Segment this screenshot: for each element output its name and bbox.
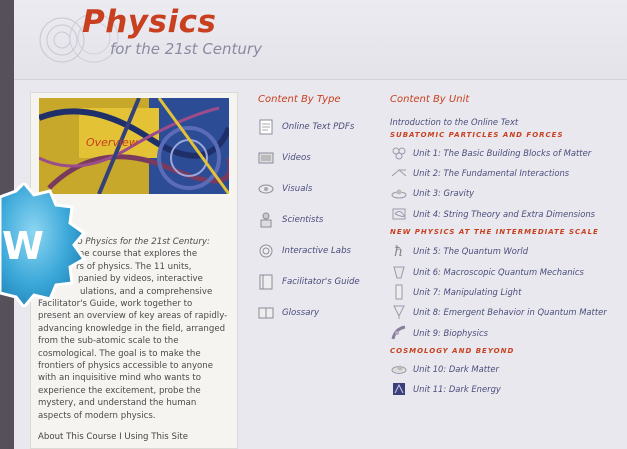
overview-line: present an overview of key areas of rapi… xyxy=(38,311,228,322)
unit-item-10[interactable]: Unit 10: Dark Matter xyxy=(390,360,499,378)
overview-line: experience the excitement, probe the xyxy=(38,385,201,396)
unit-label: Unit 11: Dark Energy xyxy=(413,384,501,394)
interactions-icon xyxy=(390,165,407,181)
type-item-scientists[interactable]: Scientists xyxy=(258,211,323,229)
glossary-icon xyxy=(258,305,274,321)
type-item-label: Glossary xyxy=(282,308,320,318)
overview-heading: Overview xyxy=(86,136,138,149)
unit-label: Unit 7: Manipulating Light xyxy=(413,287,522,297)
badge-w-icon: W xyxy=(0,183,87,307)
type-item-online-text-pdfs[interactable]: Online Text PDFs xyxy=(258,118,354,136)
unit-item-6[interactable]: Unit 6: Macroscopic Quantum Mechanics xyxy=(390,263,584,281)
type-item-interactive-labs[interactable]: Interactive Labs xyxy=(258,242,351,260)
unit-item-2[interactable]: Unit 2: The Fundamental Interactions xyxy=(390,164,569,182)
overview-line: line course that explores the xyxy=(74,249,198,260)
site-logo-title[interactable]: Physics xyxy=(82,4,216,40)
unit-label: Unit 5: The Quantum World xyxy=(413,246,529,256)
type-item-visuals[interactable]: Visuals xyxy=(258,180,312,198)
overview-line: aspects of modern physics. xyxy=(38,410,156,421)
site-header: Physics for the 21st Century xyxy=(14,0,627,80)
unit-item-7[interactable]: Unit 7: Manipulating Light xyxy=(390,283,521,301)
type-item-label: Interactive Labs xyxy=(282,246,352,256)
unit-label: Unit 2: The Fundamental Interactions xyxy=(413,168,570,178)
type-item-label: Facilitator's Guide xyxy=(282,277,360,287)
unit-label: Unit 3: Gravity xyxy=(413,188,475,198)
biophysics-icon xyxy=(390,325,407,341)
dark-energy-icon xyxy=(390,381,407,397)
video-icon xyxy=(258,150,274,166)
page: Physics for the 21st Century Overview to… xyxy=(14,0,627,449)
macroscopic-quantum-icon xyxy=(390,264,407,280)
overview-line: to Physics for the 21st Century: xyxy=(74,237,210,247)
guide-icon xyxy=(258,274,274,290)
overview-line: mystery, and understand the human xyxy=(38,398,197,409)
overview-line: panied by videos, interactive xyxy=(78,274,203,285)
lab-icon xyxy=(258,243,274,259)
unit-item-5[interactable]: ħ Unit 5: The Quantum World xyxy=(390,242,529,260)
type-item-label: Videos xyxy=(282,153,311,163)
type-item-videos[interactable]: Videos xyxy=(258,149,311,167)
type-item-label: Online Text PDFs xyxy=(282,122,355,132)
unit-label: Unit 6: Macroscopic Quantum Mechanics xyxy=(413,267,584,277)
section-heading-cosmology: COSMOLOGY AND BEYOND xyxy=(390,347,515,355)
unit-item-3[interactable]: Unit 3: Gravity xyxy=(390,184,474,202)
unit-label: Unit 10: Dark Matter xyxy=(413,364,499,374)
gravity-icon xyxy=(390,185,407,201)
unit-label: Unit 1: The Basic Building Blocks of Mat… xyxy=(413,148,592,158)
svg-text:ħ: ħ xyxy=(394,244,403,259)
unit-label: Unit 9: Biophysics xyxy=(413,328,488,338)
unit-item-1[interactable]: Unit 1: The Basic Building Blocks of Mat… xyxy=(390,144,591,162)
content-by-type-heading: Content By Type xyxy=(258,94,341,105)
intro-online-text-link[interactable]: Introduction to the Online Text xyxy=(390,117,518,127)
content-by-unit-heading: Content By Unit xyxy=(390,94,470,105)
site-logo-subtitle: for the 21st Century xyxy=(110,40,262,58)
type-item-facilitators-guide[interactable]: Facilitator's Guide xyxy=(258,273,360,291)
overview-line: rs of physics. The 11 units, xyxy=(76,261,192,272)
type-item-glossary[interactable]: Glossary xyxy=(258,304,319,322)
string-theory-icon xyxy=(390,206,407,222)
overview-line: cosmological. The goal is to make the xyxy=(38,348,201,359)
type-item-label: Visuals xyxy=(282,184,313,194)
quantum-world-icon: ħ xyxy=(390,243,407,259)
dark-matter-icon xyxy=(390,361,407,377)
overview-line: with an inquisitive mind who wants to xyxy=(38,373,202,384)
scientist-icon xyxy=(258,212,274,228)
unit-item-4[interactable]: Unit 4: String Theory and Extra Dimensio… xyxy=(390,205,595,223)
unit-item-8[interactable]: Unit 8: Emergent Behavior in Quantum Mat… xyxy=(390,303,607,321)
emergent-behavior-icon xyxy=(390,304,407,320)
badge-letter: W xyxy=(2,224,44,268)
type-item-label: Scientists xyxy=(282,215,324,225)
visuals-icon xyxy=(258,181,274,197)
unit-item-11[interactable]: Unit 11: Dark Energy xyxy=(390,380,501,398)
document-icon xyxy=(258,119,274,135)
overview-text: to Physics for the 21st Century: line co… xyxy=(38,236,284,422)
building-blocks-icon xyxy=(390,145,407,161)
overview-footer-links[interactable]: About This Course I Using This Site xyxy=(38,432,188,442)
overview-line: advancing knowledge in the field, arrang… xyxy=(38,323,226,334)
unit-label: Unit 4: String Theory and Extra Dimensio… xyxy=(413,209,596,219)
light-icon xyxy=(390,284,407,300)
overview-line: frontiers of physics accessible to anyon… xyxy=(38,361,214,372)
unit-label: Unit 8: Emergent Behavior in Quantum Mat… xyxy=(413,307,607,317)
section-heading-intermediate: NEW PHYSICS AT THE INTERMEDIATE SCALE xyxy=(390,228,599,236)
overview-line: ulations, and a comprehensive xyxy=(80,286,213,297)
overview-line: from the sub-atomic scale to the xyxy=(38,336,179,347)
section-heading-subatomic: SUBATOMIC PARTICLES AND FORCES xyxy=(390,131,564,139)
unit-item-9[interactable]: Unit 9: Biophysics xyxy=(390,324,488,342)
